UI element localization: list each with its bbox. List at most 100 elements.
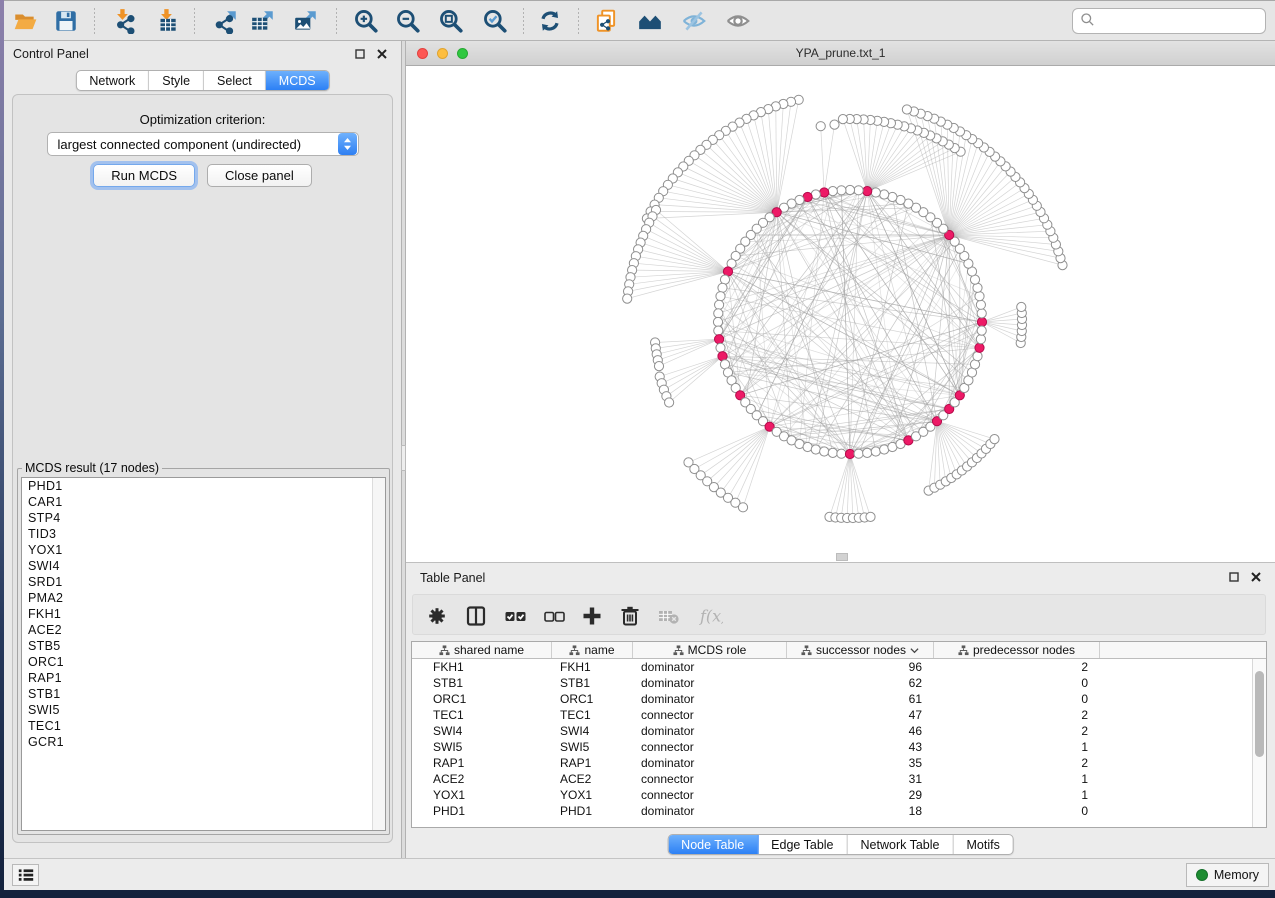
tab-motifs[interactable]: Motifs [953, 835, 1012, 854]
network-canvas[interactable] [406, 66, 1275, 562]
run-mcds-button[interactable]: Run MCDS [93, 164, 195, 187]
mcds-result-item[interactable]: FKH1 [22, 606, 385, 622]
memory-button[interactable]: Memory [1186, 863, 1269, 887]
close-panel-icon[interactable] [375, 47, 389, 61]
table-cell[interactable]: connector [633, 707, 787, 723]
mcds-result-item[interactable]: PHD1 [22, 478, 385, 494]
zoom-selected-button[interactable] [479, 5, 511, 37]
table-cell[interactable]: 2 [934, 723, 1100, 739]
mcds-result-item[interactable]: ACE2 [22, 622, 385, 638]
table-cell[interactable]: 1 [934, 787, 1100, 803]
mcds-result-item[interactable]: SWI5 [22, 702, 385, 718]
open-session-button[interactable] [9, 5, 41, 37]
tab-network[interactable]: Network [76, 71, 149, 90]
table-cell[interactable]: TEC1 [552, 707, 633, 723]
float-panel-icon[interactable] [353, 47, 367, 61]
float-table-panel-icon[interactable] [1227, 570, 1241, 584]
export-table-button[interactable] [247, 5, 279, 37]
column-header-predecessor-nodes[interactable]: predecessor nodes [934, 642, 1100, 658]
mcds-result-item[interactable]: CAR1 [22, 494, 385, 510]
close-panel-button[interactable]: Close panel [207, 164, 312, 187]
save-session-button[interactable] [50, 5, 82, 37]
table-cell[interactable]: 2 [934, 755, 1100, 771]
table-cell[interactable]: SWI4 [552, 723, 633, 739]
table-row[interactable]: SWI5SWI5connector431 [412, 739, 1266, 755]
first-neighbors-button[interactable] [634, 5, 666, 37]
mcds-result-item[interactable]: GCR1 [22, 734, 385, 750]
mcds-result-item[interactable]: TEC1 [22, 718, 385, 734]
tab-node-table[interactable]: Node Table [668, 835, 758, 854]
mcds-result-item[interactable]: SRD1 [22, 574, 385, 590]
table-cell[interactable]: SWI4 [412, 723, 552, 739]
table-cell[interactable]: 1 [934, 771, 1100, 787]
table-cell[interactable]: dominator [633, 675, 787, 691]
unselect-all-columns-button[interactable] [541, 603, 567, 629]
column-header-name[interactable]: name [552, 642, 633, 658]
table-cell[interactable]: ORC1 [552, 691, 633, 707]
mcds-result-item[interactable]: ORC1 [22, 654, 385, 670]
table-cell[interactable]: 2 [934, 659, 1100, 675]
table-cell[interactable]: FKH1 [552, 659, 633, 675]
table-row[interactable]: STB1STB1dominator620 [412, 675, 1266, 691]
table-cell[interactable]: YOX1 [412, 787, 552, 803]
table-scrollbar[interactable] [1252, 659, 1266, 827]
tab-edge-table[interactable]: Edge Table [758, 835, 847, 854]
show-all-button[interactable] [722, 5, 754, 37]
table-cell[interactable]: 0 [934, 691, 1100, 707]
table-cell[interactable]: RAP1 [412, 755, 552, 771]
network-graph[interactable] [406, 66, 1275, 562]
table-cell[interactable]: ACE2 [552, 771, 633, 787]
zoom-in-button[interactable] [350, 5, 382, 37]
table-cell[interactable]: 47 [787, 707, 934, 723]
table-row[interactable]: FKH1FKH1dominator962 [412, 659, 1266, 675]
export-image-button[interactable] [290, 5, 322, 37]
table-cell[interactable]: ORC1 [412, 691, 552, 707]
import-network-button[interactable] [107, 5, 139, 37]
table-cell[interactable]: 35 [787, 755, 934, 771]
table-cell[interactable]: 43 [787, 739, 934, 755]
table-cell[interactable]: SWI5 [412, 739, 552, 755]
table-settings-button[interactable] [424, 603, 450, 629]
zoom-out-button[interactable] [392, 5, 424, 37]
search-input[interactable] [1095, 11, 1265, 31]
column-header-successor-nodes[interactable]: successor nodes [787, 642, 934, 658]
table-cell[interactable]: 0 [934, 675, 1100, 691]
tab-mcds[interactable]: MCDS [266, 71, 329, 90]
table-cell[interactable]: 2 [934, 707, 1100, 723]
import-table-button[interactable] [151, 5, 183, 37]
mcds-result-item[interactable]: TID3 [22, 526, 385, 542]
table-row[interactable]: ACE2ACE2connector311 [412, 771, 1266, 787]
table-cell[interactable]: 18 [787, 803, 934, 819]
table-cell[interactable]: 31 [787, 771, 934, 787]
mcds-result-item[interactable]: YOX1 [22, 542, 385, 558]
table-cell[interactable]: SWI5 [552, 739, 633, 755]
table-row[interactable]: TEC1TEC1connector472 [412, 707, 1266, 723]
table-row[interactable]: RAP1RAP1dominator352 [412, 755, 1266, 771]
mcds-result-item[interactable]: STB1 [22, 686, 385, 702]
column-header-MCDS-role[interactable]: MCDS role [633, 642, 787, 658]
mcds-result-item[interactable]: SWI4 [22, 558, 385, 574]
table-cell[interactable]: RAP1 [552, 755, 633, 771]
zoom-fit-button[interactable] [435, 5, 467, 37]
table-cell[interactable]: 96 [787, 659, 934, 675]
table-cell[interactable]: PHD1 [412, 803, 552, 819]
table-cell[interactable]: 46 [787, 723, 934, 739]
clone-network-button[interactable] [590, 5, 622, 37]
table-cell[interactable]: 62 [787, 675, 934, 691]
optimization-select[interactable]: largest connected component (undirected) [47, 132, 359, 156]
table-cell[interactable]: connector [633, 787, 787, 803]
table-cell[interactable]: 1 [934, 739, 1100, 755]
delete-columns-button[interactable] [617, 603, 643, 629]
table-cell[interactable]: connector [633, 739, 787, 755]
mcds-result-item[interactable]: PMA2 [22, 590, 385, 606]
table-cell[interactable]: ACE2 [412, 771, 552, 787]
table-cell[interactable]: dominator [633, 691, 787, 707]
tab-select[interactable]: Select [204, 71, 266, 90]
table-cell[interactable]: dominator [633, 659, 787, 675]
mcds-result-item[interactable]: STP4 [22, 510, 385, 526]
table-row[interactable]: YOX1YOX1connector291 [412, 787, 1266, 803]
table-cell[interactable]: dominator [633, 803, 787, 819]
horizontal-splitter-handle[interactable] [836, 553, 848, 561]
table-cell[interactable]: dominator [633, 723, 787, 739]
hide-selected-button[interactable] [678, 5, 710, 37]
